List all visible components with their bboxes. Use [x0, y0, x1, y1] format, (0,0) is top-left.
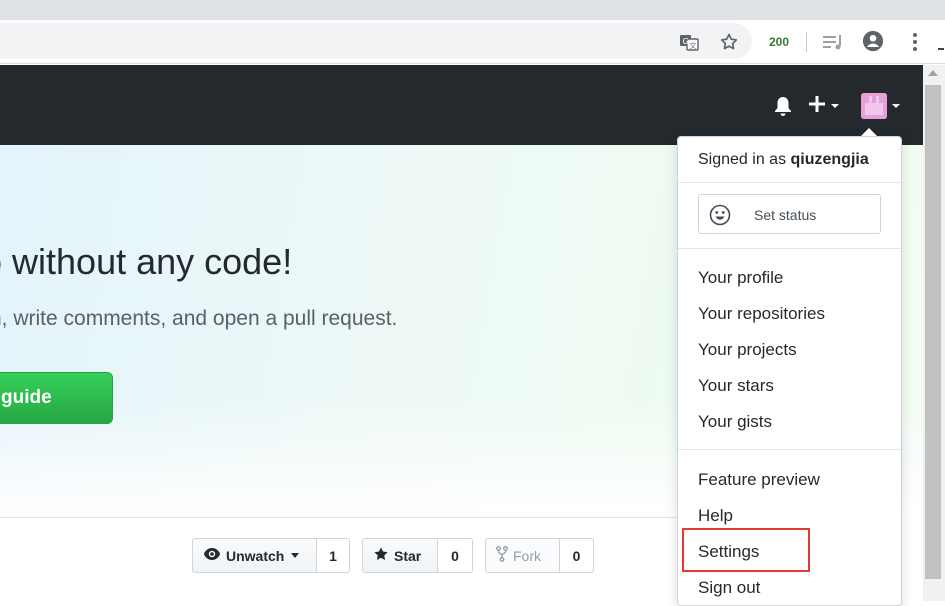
dropdown-pointer [861, 128, 877, 136]
notifications-bell-icon[interactable] [773, 95, 793, 117]
hero-title: o without any code! [0, 241, 293, 282]
watch-count[interactable]: 1 [317, 538, 350, 573]
menu-item-help[interactable]: Help [698, 506, 733, 526]
chevron-down-icon [892, 104, 900, 108]
translate-icon[interactable]: G文 [678, 31, 700, 53]
browser-menu-icon[interactable] [904, 31, 926, 53]
fork-label: Fork [513, 547, 541, 564]
menu-item-sign-out[interactable]: Sign out [698, 578, 760, 598]
chevron-down-icon [831, 104, 839, 108]
svg-text:G: G [683, 37, 689, 46]
dropdown-divider [678, 449, 901, 450]
menu-item-your-profile[interactable]: Your profile [698, 268, 783, 288]
unwatch-button[interactable]: Unwatch [192, 538, 317, 573]
scrollbar-thumb[interactable] [925, 85, 941, 579]
account-icon[interactable] [862, 30, 884, 52]
menu-item-your-stars[interactable]: Your stars [698, 376, 774, 396]
star-button-group: Star 0 [362, 538, 473, 573]
set-status-button[interactable]: Set status [698, 194, 881, 234]
signed-in-prefix: Signed in as [698, 151, 787, 168]
media-playlist-icon[interactable] [822, 31, 844, 53]
bookmark-star-icon[interactable] [718, 31, 740, 53]
window-edge-mark [938, 48, 944, 50]
dropdown-divider [678, 182, 901, 183]
settings-highlight-box [682, 528, 810, 572]
user-menu-toggle[interactable] [861, 93, 905, 119]
star-label: Star [394, 547, 422, 564]
menu-item-your-projects[interactable]: Your projects [698, 340, 797, 360]
username: qiuzengjia [790, 151, 869, 168]
star-button[interactable]: Star [362, 538, 438, 573]
toolbar-divider [806, 32, 807, 52]
watch-button-group: Unwatch 1 [192, 538, 350, 573]
scroll-up-arrow-icon[interactable] [928, 70, 938, 76]
browser-tab-strip [0, 0, 945, 20]
read-guide-button[interactable]: guide [0, 372, 113, 424]
fork-button[interactable]: Fork [485, 538, 560, 573]
extension-badge[interactable]: 200 [762, 33, 796, 51]
unwatch-label: Unwatch [226, 547, 285, 564]
menu-item-feature-preview[interactable]: Feature preview [698, 470, 820, 490]
dropdown-divider [678, 248, 901, 249]
smiley-icon [709, 204, 731, 226]
star-count[interactable]: 0 [438, 538, 473, 573]
browser-toolbar [0, 20, 945, 64]
eye-icon [203, 547, 221, 564]
chevron-down-icon [291, 553, 300, 558]
avatar [861, 93, 887, 119]
plus-icon [808, 95, 826, 118]
svg-text:文: 文 [690, 41, 697, 50]
signed-in-text: Signed in as qiuzengjia [698, 151, 869, 169]
menu-item-your-gists[interactable]: Your gists [698, 412, 772, 432]
create-new-menu[interactable] [808, 94, 844, 118]
star-icon [373, 546, 389, 565]
fork-button-group: Fork 0 [485, 538, 594, 573]
set-status-label: Set status [754, 207, 817, 223]
fork-count[interactable]: 0 [560, 538, 594, 573]
menu-item-your-repositories[interactable]: Your repositories [698, 304, 825, 324]
hero-subtitle: h, write comments, and open a pull reque… [0, 307, 398, 330]
fork-icon [496, 546, 508, 565]
divider [0, 517, 678, 518]
address-bar[interactable] [0, 23, 752, 59]
